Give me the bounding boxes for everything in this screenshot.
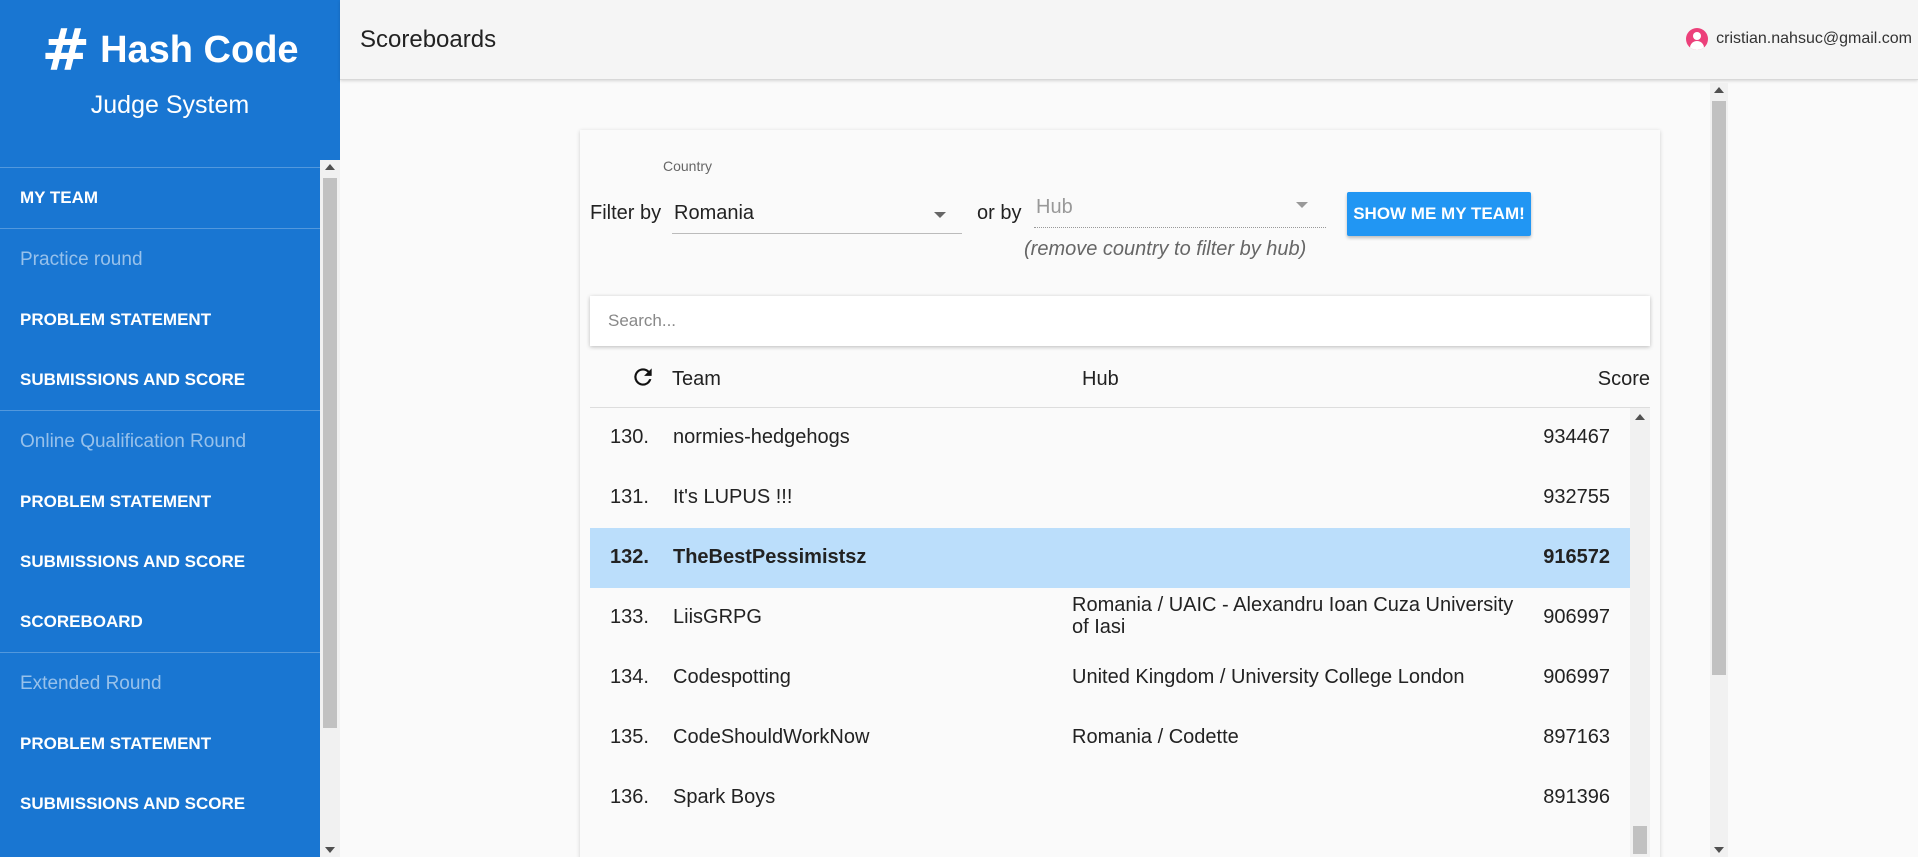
row-score: 906997 <box>1543 606 1610 628</box>
main-scrollbar[interactable] <box>1710 83 1728 857</box>
section-extended-round: Extended Round <box>0 652 320 714</box>
dropdown-caret-icon <box>1296 202 1308 208</box>
row-rank: 135. <box>610 726 649 748</box>
scroll-down-arrow-icon[interactable] <box>325 847 335 853</box>
scroll-thumb[interactable] <box>323 178 337 728</box>
table-row[interactable]: 133. LiisGRPG Romania / UAIC - Alexandru… <box>590 588 1630 648</box>
table-row[interactable]: 134. Codespotting United Kingdom / Unive… <box>590 648 1630 708</box>
sidebar: # Hash Code Judge System MY TEAM Practic… <box>0 0 340 857</box>
table-header: Team Hub Score <box>590 346 1650 408</box>
section-online-qualification: Online Qualification Round <box>0 410 320 472</box>
row-rank: 131. <box>610 486 649 508</box>
country-value: Romania <box>674 202 755 224</box>
table-scrollbar[interactable] <box>1630 408 1650 857</box>
scroll-up-arrow-icon[interactable] <box>1714 87 1724 93</box>
brand-row: # Hash Code <box>41 16 299 84</box>
hub-placeholder: Hub <box>1036 196 1073 218</box>
row-hub: Romania / UAIC - Alexandru Ioan Cuza Uni… <box>1072 594 1514 638</box>
row-rank: 130. <box>610 426 649 448</box>
row-rank: 136. <box>610 786 649 808</box>
sidebar-item-online-problem[interactable]: PROBLEM STATEMENT <box>0 472 320 532</box>
table-row[interactable]: 130. normies-hedgehogs 934467 <box>590 408 1630 468</box>
show-my-team-button[interactable]: SHOW ME MY TEAM! <box>1347 192 1531 236</box>
scroll-up-arrow-icon[interactable] <box>1635 414 1645 420</box>
dropdown-caret-icon <box>934 212 946 218</box>
sidebar-item-online-submissions[interactable]: SUBMISSIONS AND SCORE <box>0 532 320 592</box>
hash-logo-icon: # <box>41 16 91 84</box>
or-by-label: or by <box>977 202 1022 224</box>
scroll-thumb[interactable] <box>1712 101 1726 675</box>
top-header: Scoreboards cristian.nahsuc@gmail.com <box>340 0 1918 80</box>
row-team: normies-hedgehogs <box>673 426 850 448</box>
app-root: # Hash Code Judge System MY TEAM Practic… <box>0 0 1918 857</box>
row-rank: 134. <box>610 666 649 688</box>
table-body: 130. normies-hedgehogs 934467 131. It's … <box>590 408 1630 857</box>
row-score: 891396 <box>1543 786 1610 808</box>
country-select[interactable]: Romania <box>672 192 962 234</box>
sidebar-nav: MY TEAM Practice round PROBLEM STATEMENT… <box>0 168 320 857</box>
page-title: Scoreboards <box>360 26 497 53</box>
sidebar-scrollbar[interactable] <box>320 160 340 857</box>
row-score: 897163 <box>1543 726 1610 748</box>
row-score: 916572 <box>1543 546 1610 568</box>
column-header-team[interactable]: Team <box>672 368 721 391</box>
hub-hint: (remove country to filter by hub) <box>1024 238 1307 260</box>
table-row[interactable]: 136. Spark Boys 891396 <box>590 768 1630 828</box>
search-box <box>590 296 1650 346</box>
filter-by-label: Filter by <box>590 202 662 224</box>
row-team: CodeShouldWorkNow <box>673 726 870 748</box>
section-practice-round: Practice round <box>0 228 320 290</box>
sidebar-item-practice-problem[interactable]: PROBLEM STATEMENT <box>0 290 320 350</box>
account-circle-icon <box>1686 28 1709 50</box>
sidebar-item-practice-submissions[interactable]: SUBMISSIONS AND SCORE <box>0 350 320 410</box>
row-team: LiisGRPG <box>673 606 762 628</box>
row-score: 932755 <box>1543 486 1610 508</box>
row-hub: Romania / Codette <box>1072 726 1239 748</box>
sidebar-item-extended-submissions[interactable]: SUBMISSIONS AND SCORE <box>0 774 320 834</box>
column-header-score[interactable]: Score <box>1598 368 1650 391</box>
sidebar-item-my-team[interactable]: MY TEAM <box>0 168 320 228</box>
table-row[interactable]: 135. CodeShouldWorkNow Romania / Codette… <box>590 708 1630 768</box>
row-team: TheBestPessimistsz <box>673 546 867 568</box>
sidebar-item-extended-problem[interactable]: PROBLEM STATEMENT <box>0 714 320 774</box>
scroll-thumb[interactable] <box>1633 826 1647 854</box>
column-header-hub[interactable]: Hub <box>1082 368 1119 391</box>
user-menu[interactable]: cristian.nahsuc@gmail.com <box>1686 28 1912 50</box>
scoreboard-card: Country Filter by Romania or by Hub (rem… <box>580 130 1660 857</box>
row-team: It's LUPUS !!! <box>673 486 793 508</box>
row-rank: 132. <box>610 546 649 568</box>
search-input[interactable] <box>590 296 1650 346</box>
table-row[interactable]: 131. It's LUPUS !!! 932755 <box>590 468 1630 528</box>
brand-title: Hash Code <box>100 29 299 71</box>
row-team: Spark Boys <box>673 786 776 808</box>
row-score: 906997 <box>1543 666 1610 688</box>
sidebar-item-extended-scoreboard[interactable]: SCOREBOARD <box>0 834 320 857</box>
user-email: cristian.nahsuc@gmail.com <box>1716 30 1912 47</box>
scroll-up-arrow-icon[interactable] <box>325 164 335 170</box>
table-row-highlighted[interactable]: 132. TheBestPessimistsz 916572 <box>590 528 1630 588</box>
row-score: 934467 <box>1543 426 1610 448</box>
scroll-down-arrow-icon[interactable] <box>1714 847 1724 853</box>
row-team: Codespotting <box>673 666 791 688</box>
sidebar-item-online-scoreboard[interactable]: SCOREBOARD <box>0 592 320 652</box>
refresh-icon[interactable] <box>630 364 656 390</box>
brand: # Hash Code Judge System <box>0 0 340 168</box>
country-caption: Country <box>663 158 713 174</box>
brand-subtitle: Judge System <box>90 91 250 119</box>
row-rank: 133. <box>610 606 649 628</box>
row-hub: United Kingdom / University College Lond… <box>1072 666 1465 688</box>
hub-select[interactable]: Hub <box>1034 186 1326 228</box>
